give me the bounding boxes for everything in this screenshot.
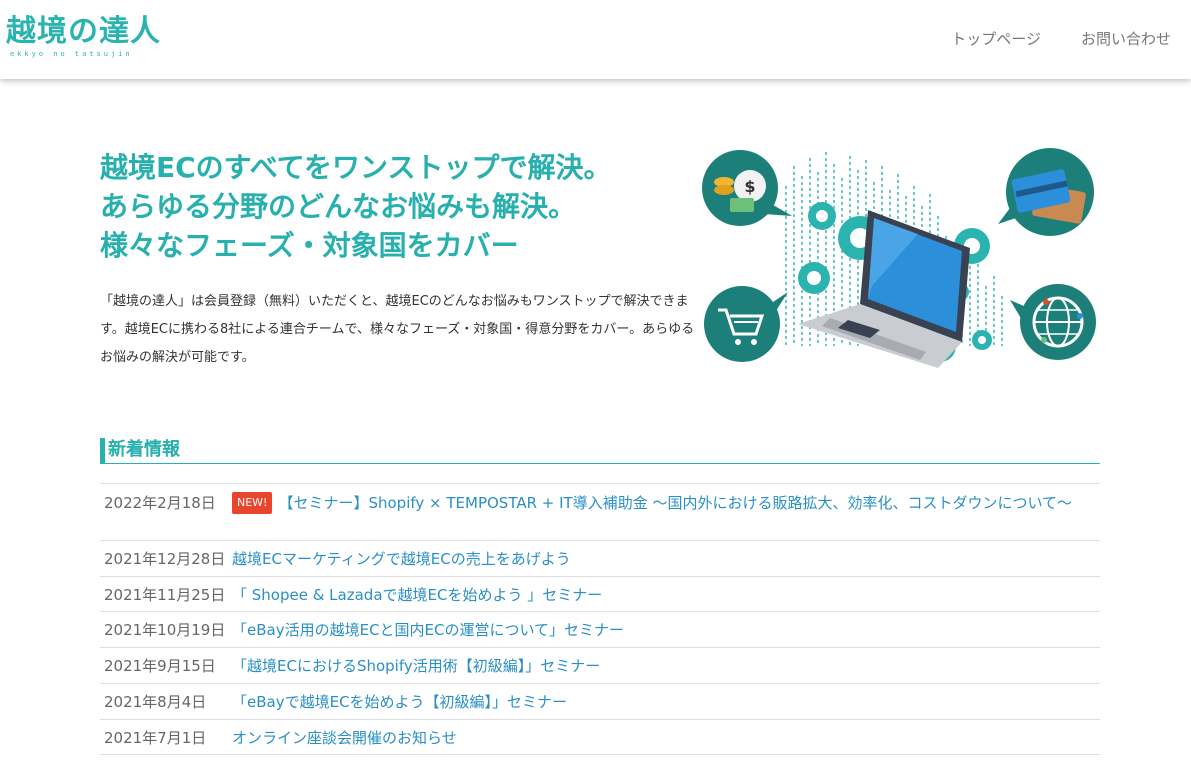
site-header: 越境の達人 ekkyo no tatsujin トップページ お問い合わせ [0,0,1191,79]
svg-text:$: $ [744,177,755,196]
logo-subtext: ekkyo no tatsujin [10,50,133,58]
news-date: 2022年2月18日 [104,494,216,512]
hero-title-line-2: あらゆる分野のどんなお悩みも解決。 [100,190,577,223]
shopping-cart-icon [704,286,788,362]
news-title-text: 【セミナー】Shopify × TEMPOSTAR + IT導入補助金 ～国内外… [278,494,1073,512]
news-title-link[interactable]: 越境ECマーケティングで越境ECの売上をあげよう [232,548,1100,576]
money-bag-icon: $ [702,150,792,226]
news-title-link[interactable]: 「eBayで越境ECを始めよう【初級編】」セミナー [232,691,1100,719]
news-row: 2021年12月28日 越境ECマーケティングで越境ECの売上をあげよう [100,540,1100,576]
news-title-link[interactable]: NEW! 【セミナー】Shopify × TEMPOSTAR + IT導入補助金 … [232,492,1100,540]
news-date: 2021年7月1日 [104,729,207,747]
news-row: 2021年9月15日 「越境ECにおけるShopify活用術【初級編】」セミナー [100,647,1100,683]
news-title-link[interactable]: 「 Shopee & Lazadaで越境ECを始めよう 」セミナー [232,584,1100,611]
nav-top-page[interactable]: トップページ [951,28,1041,49]
news-date: 2021年8月4日 [104,693,207,711]
site-logo[interactable]: 越境の達人 ekkyo no tatsujin [6,14,166,64]
news-heading-text: 新着情報 [108,439,180,460]
main-nav: トップページ お問い合わせ [951,28,1171,49]
hero-title: 越境ECのすべてをワンストップで解決。 あらゆる分野のどんなお悩みも解決。 様々… [100,148,700,265]
news-row: 2021年8月4日 「eBayで越境ECを始めよう【初級編】」セミナー [100,683,1100,719]
news-row: 2021年10月19日 「eBay活用の越境ECと国内ECの運営について」セミナ… [100,611,1100,647]
hero-title-line-1: 越境ECのすべてをワンストップで解決。 [100,151,612,184]
news-date: 2021年12月28日 [104,550,226,568]
news-row: 2022年2月18日 NEW! 【セミナー】Shopify × TEMPOSTAR… [100,483,1100,540]
news-date: 2021年11月25日 [104,586,226,604]
news-section-heading: 新着情報 [100,438,1100,464]
hero-illustration: $ [702,148,1096,368]
hero-title-line-3: 様々なフェーズ・対象国をカバー [100,229,519,262]
credit-card-icon [998,148,1094,236]
globe-icon [1010,284,1096,360]
news-date: 2021年10月19日 [104,621,226,639]
news-row: 2021年7月1日 オンライン座談会開催のお知らせ [100,719,1100,755]
news-title-link[interactable]: 「越境ECにおけるShopify活用術【初級編】」セミナー [232,655,1100,683]
news-title-link[interactable]: オンライン座談会開催のお知らせ [232,727,1100,754]
new-badge: NEW! [232,492,273,514]
news-row: 2021年11月25日 「 Shopee & Lazadaで越境ECを始めよう … [100,576,1100,611]
logo-text: 越境の達人 [6,14,161,49]
news-title-link[interactable]: 「eBay活用の越境ECと国内ECの運営について」セミナー [232,619,1100,647]
hero-description: 「越境の達人」は会員登録（無料）いただくと、越境ECのどんなお悩みもワンストップ… [100,294,695,365]
news-date: 2021年9月15日 [104,657,216,675]
nav-contact[interactable]: お問い合わせ [1081,28,1171,49]
news-list: 2022年2月18日 NEW! 【セミナー】Shopify × TEMPOSTAR… [100,483,1100,755]
